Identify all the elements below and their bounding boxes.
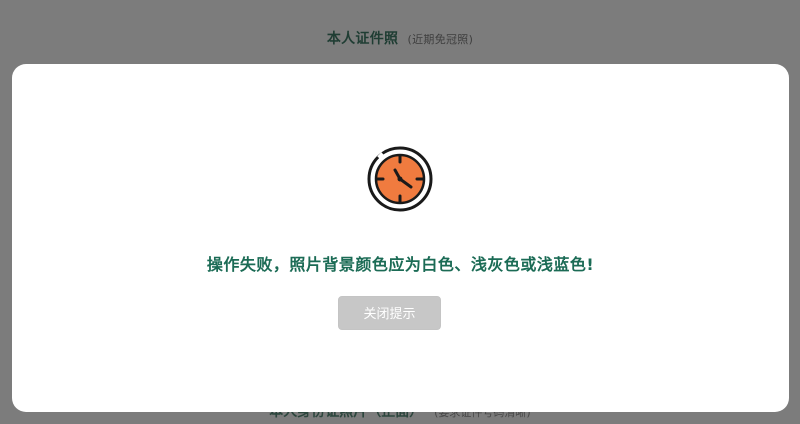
photo-section-title: 本人证件照 (近期免冠照) xyxy=(0,28,800,51)
error-dialog: 操作失败，照片背景颜色应为白色、浅灰色或浅蓝色! 关闭提示 xyxy=(12,64,789,412)
error-message: 操作失败，照片背景颜色应为白色、浅灰色或浅蓝色! xyxy=(206,255,595,274)
clock-icon xyxy=(365,144,435,214)
photo-section-title-text: 本人证件照 xyxy=(326,31,399,47)
close-prompt-button[interactable]: 关闭提示 xyxy=(338,296,441,330)
photo-section-subtitle: (近期免冠照) xyxy=(407,33,474,46)
